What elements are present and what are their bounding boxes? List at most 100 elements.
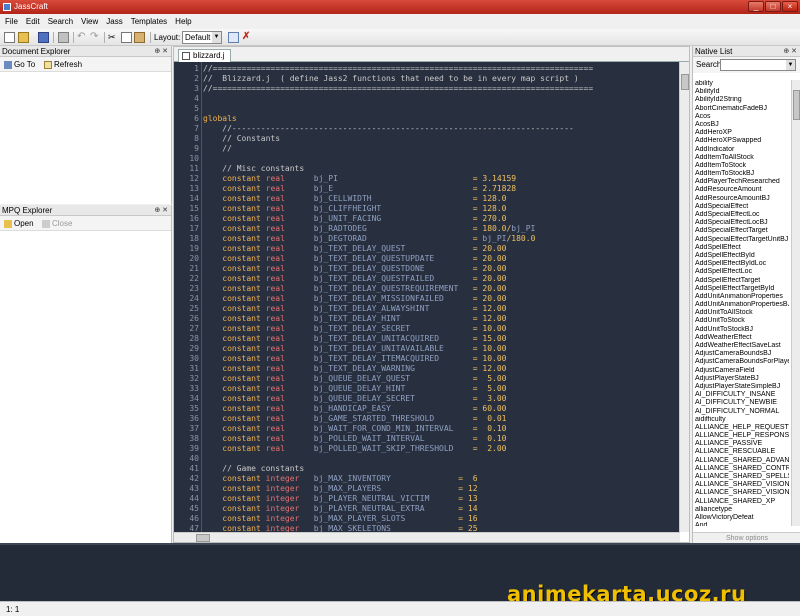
list-item[interactable]: ALLIANCE_SHARED_VISION_ [695, 489, 789, 497]
list-item[interactable]: AddSpecialEffectLocBJ [695, 219, 789, 227]
list-item[interactable]: ALLIANCE_HELP_REQUEST [695, 424, 789, 432]
list-item[interactable]: AddSpecialEffectTarget [695, 227, 789, 235]
list-item[interactable]: AddPlayerTechResearched [695, 178, 789, 186]
native-list-scrollbar[interactable] [791, 80, 800, 526]
cut-icon[interactable]: ✂ [108, 32, 119, 43]
list-item[interactable]: AddUnitAnimationProperties [695, 293, 789, 301]
list-item[interactable]: AddWeatherEffect [695, 334, 789, 342]
list-item[interactable]: AllowVictoryDefeat [695, 514, 789, 522]
list-item[interactable]: AbilityId [695, 88, 789, 96]
list-item[interactable]: AbilityId2String [695, 96, 789, 104]
layout-select[interactable]: Default ▼ [182, 31, 222, 44]
list-item[interactable]: AddUnitToStock [695, 317, 789, 325]
menu-view[interactable]: View [78, 17, 101, 26]
menu-jass[interactable]: Jass [103, 17, 125, 26]
menu-search[interactable]: Search [45, 17, 76, 26]
list-item[interactable]: ALLIANCE_SHARED_XP [695, 498, 789, 506]
copy-icon[interactable] [121, 32, 132, 43]
list-item[interactable]: AddUnitAnimationPropertiesBJ [695, 301, 789, 309]
list-item[interactable]: AddItemToStockBJ [695, 170, 789, 178]
code-line: 46 constant integer bj_MAX_PLAYER_SLOTS … [174, 514, 680, 524]
list-item[interactable]: AddSpellEffectTargetById [695, 285, 789, 293]
editor-vertical-scrollbar[interactable] [679, 62, 689, 532]
close-button[interactable]: Close [42, 216, 72, 231]
editor-horizontal-scrollbar[interactable] [174, 532, 680, 542]
code-token: real [265, 434, 314, 443]
list-item[interactable]: AddHeroXP [695, 129, 789, 137]
list-item[interactable]: AddUnitToAllStock [695, 309, 789, 317]
list-item[interactable]: ALLIANCE_HELP_RESPONSE [695, 432, 789, 440]
chevron-down-icon: ▼ [786, 60, 795, 70]
list-item[interactable]: AdjustPlayerStateSimpleBJ [695, 383, 789, 391]
list-item[interactable]: AddSpellEffect [695, 244, 789, 252]
list-item[interactable]: And [695, 522, 789, 526]
save-icon[interactable] [38, 32, 49, 43]
list-item[interactable]: ALLIANCE_RESCUABLE [695, 448, 789, 456]
list-item[interactable]: AdjustPlayerStateBJ [695, 375, 789, 383]
list-item[interactable]: AdjustCameraBoundsForPlayer [695, 358, 789, 366]
list-item[interactable]: AddItemToAllStock [695, 154, 789, 162]
list-item[interactable]: AddSpellEffectById [695, 252, 789, 260]
list-item[interactable]: AddSpecialEffect [695, 203, 789, 211]
list-item[interactable]: AddSpellEffectLoc [695, 268, 789, 276]
code-editor[interactable]: 1 //=====================================… [174, 62, 680, 532]
scroll-thumb[interactable] [793, 90, 800, 120]
pin-close-icons[interactable]: ⊕ ✕ [783, 46, 797, 57]
list-item[interactable]: AI_DIFFICULTY_NORMAL [695, 408, 789, 416]
list-item[interactable]: AddResourceAmount [695, 186, 789, 194]
open-folder-icon[interactable] [18, 32, 29, 43]
list-item[interactable]: AdjustCameraField [695, 367, 789, 375]
scroll-thumb[interactable] [681, 74, 689, 90]
tab-blizzard-j[interactable]: blizzard.j [178, 49, 231, 62]
search-input[interactable]: ▼ [720, 59, 796, 71]
menu-templates[interactable]: Templates [128, 17, 170, 26]
code-token: bj_HANDICAP_EASY [313, 404, 473, 413]
list-item[interactable]: AcosBJ [695, 121, 789, 129]
menu-help[interactable]: Help [172, 17, 194, 26]
list-item[interactable]: AI_DIFFICULTY_NEWBIE [695, 399, 789, 407]
pin-close-icons[interactable]: ⊕ ✕ [154, 46, 168, 57]
refresh-button[interactable]: Refresh [44, 57, 82, 72]
code-line: 11 // Misc constants [174, 164, 680, 174]
show-options-link[interactable]: Show options [693, 532, 800, 543]
paste-icon[interactable] [134, 32, 145, 43]
delete-layout-icon[interactable]: ✗ [242, 32, 253, 43]
list-item[interactable]: AddSpellEffectByIdLoc [695, 260, 789, 268]
new-file-icon[interactable] [4, 32, 15, 43]
list-item[interactable]: AddUnitToStockBJ [695, 326, 789, 334]
minimize-button[interactable]: _ [748, 1, 764, 12]
list-item[interactable]: aidifficulty [695, 416, 789, 424]
pin-close-icons[interactable]: ⊕ ✕ [154, 205, 168, 216]
menu-edit[interactable]: Edit [23, 17, 43, 26]
native-list[interactable]: ability AbilityId AbilityId2String AbortCin… [695, 80, 789, 526]
list-item[interactable]: AddHeroXPSwapped [695, 137, 789, 145]
close-window-button[interactable]: × [782, 1, 798, 12]
list-item[interactable]: ability [695, 80, 789, 88]
list-item[interactable]: AddResourceAmountBJ [695, 195, 789, 203]
list-item[interactable]: AI_DIFFICULTY_INSANE [695, 391, 789, 399]
list-item[interactable]: ALLIANCE_SHARED_ADVANCED [695, 457, 789, 465]
list-item[interactable]: ALLIANCE_SHARED_VISION [695, 481, 789, 489]
list-item[interactable]: AddSpecialEffectLoc [695, 211, 789, 219]
scroll-thumb[interactable] [196, 534, 210, 542]
undo-icon[interactable]: ↶ [77, 32, 88, 43]
open-button[interactable]: Open [4, 216, 34, 231]
maximize-button[interactable]: □ [765, 1, 781, 12]
list-item[interactable]: AddSpellEffectTarget [695, 277, 789, 285]
save-layout-icon[interactable] [228, 32, 239, 43]
list-item[interactable]: alliancetype [695, 506, 789, 514]
menu-file[interactable]: File [2, 17, 21, 26]
list-item[interactable]: Acos [695, 113, 789, 121]
list-item[interactable]: AddItemToStock [695, 162, 789, 170]
list-item[interactable]: AddIndicator [695, 146, 789, 154]
list-item[interactable]: AddSpecialEffectTargetUnitBJ [695, 236, 789, 244]
list-item[interactable]: AddWeatherEffectSaveLast [695, 342, 789, 350]
list-item[interactable]: ALLIANCE_SHARED_CONTROL [695, 465, 789, 473]
redo-icon[interactable]: ↷ [90, 32, 101, 43]
print-icon[interactable] [58, 32, 69, 43]
goto-button[interactable]: Go To [4, 57, 35, 72]
list-item[interactable]: ALLIANCE_PASSIVE [695, 440, 789, 448]
list-item[interactable]: ALLIANCE_SHARED_SPELLS [695, 473, 789, 481]
list-item[interactable]: AdjustCameraBoundsBJ [695, 350, 789, 358]
list-item[interactable]: AbortCinematicFadeBJ [695, 105, 789, 113]
